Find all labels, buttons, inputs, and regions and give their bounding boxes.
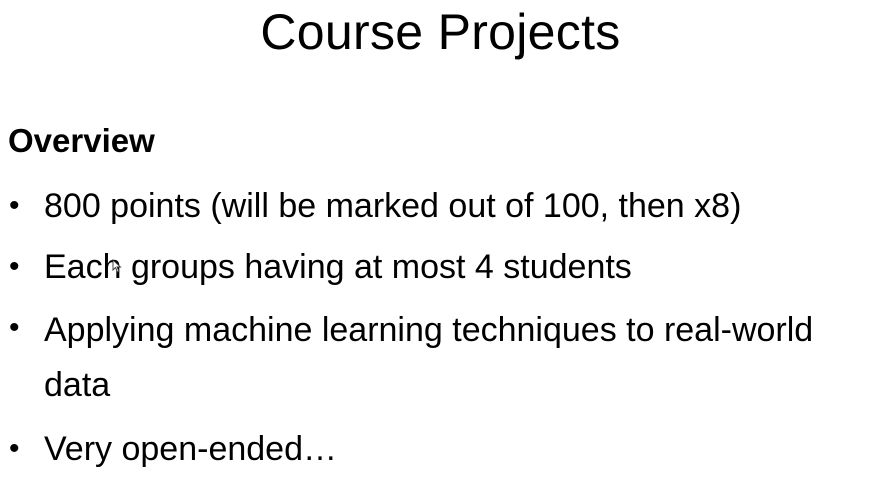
bullet-dot-icon: • (9, 189, 20, 222)
bullet-list: • 800 points (will be marked out of 100,… (0, 181, 881, 485)
bullet-item: • Applying machine learning techniques t… (0, 303, 881, 413)
mouse-pointer-icon (112, 259, 122, 273)
bullet-item: • Very open-ended… (0, 424, 881, 474)
bullet-dot-icon: • (9, 311, 20, 344)
bullet-dot-icon: • (9, 250, 20, 283)
bullet-text: 800 points (will be marked out of 100, t… (44, 187, 742, 225)
bullet-text: Each groups having at most 4 students (44, 248, 632, 286)
section-heading-overview: Overview (8, 122, 155, 159)
slide-title: Course Projects (260, 4, 621, 60)
slide: Course Projects Overview • 800 points (w… (0, 0, 881, 471)
bullet-dot-icon: • (9, 432, 20, 465)
bullet-text: Applying machine learning techniques to … (44, 311, 814, 404)
bullet-item: • 800 points (will be marked out of 100,… (0, 181, 881, 231)
bullet-text: Very open-ended… (44, 430, 337, 468)
bullet-item: • Each groups having at most 4 students (0, 242, 881, 292)
